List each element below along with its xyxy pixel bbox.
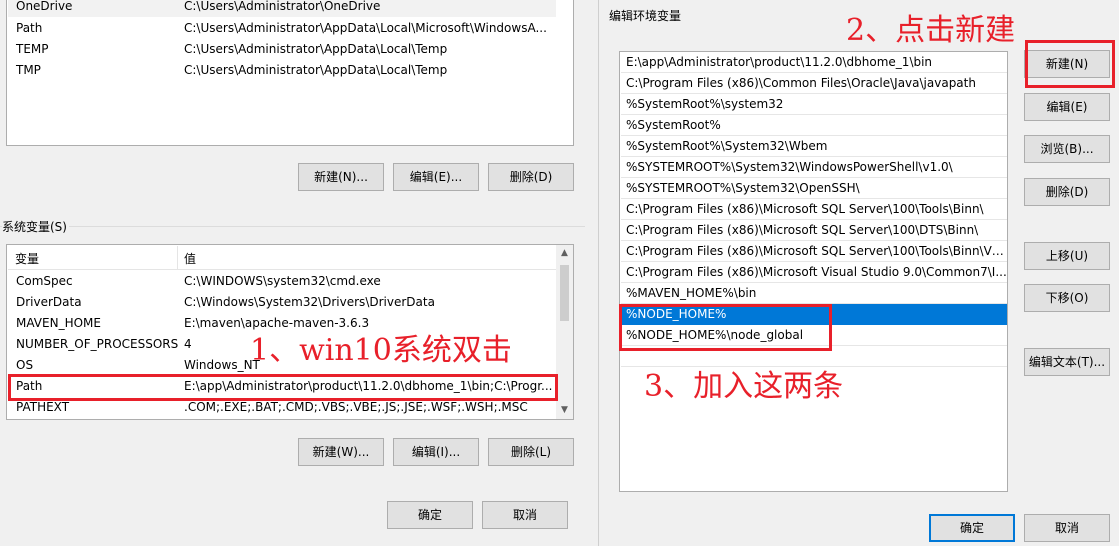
browse-button[interactable]: 浏览(B)... [1024, 135, 1110, 163]
list-item[interactable]: %SystemRoot%\system32 [621, 94, 1007, 115]
list-item[interactable]: C:\Program Files (x86)\Microsoft Visual … [621, 262, 1007, 283]
annotation-step2: 2、点击新建 [846, 13, 1016, 48]
edit-environment-variable-dialog: 编辑环境变量 E:\app\Administrator\product\11.2… [598, 0, 1119, 546]
scroll-up-icon[interactable]: ▲ [556, 245, 573, 262]
edit-text-button[interactable]: 编辑文本(T)... [1024, 348, 1110, 376]
header-value[interactable]: 值 [184, 250, 196, 267]
system-new-button[interactable]: 新建(W)... [298, 438, 384, 466]
cancel-button[interactable]: 取消 [482, 501, 568, 529]
variable-value: C:\WINDOWS\system32\cmd.exe [184, 274, 381, 288]
list-item[interactable]: %SystemRoot%\System32\Wbem [621, 136, 1007, 157]
variable-name: DriverData [16, 295, 82, 309]
list-item[interactable]: C:\Program Files (x86)\Common Files\Orac… [621, 73, 1007, 94]
variable-value: C:\Users\Administrator\AppData\Local\Tem… [184, 42, 448, 56]
list-item[interactable]: %MAVEN_HOME%\bin [621, 283, 1007, 304]
highlight-path-row [8, 374, 558, 401]
variable-value: 4 [184, 337, 192, 351]
variable-name: TEMP [16, 42, 49, 56]
variable-name: OS [16, 358, 34, 372]
ok-button[interactable]: 确定 [387, 501, 473, 529]
user-edit-button[interactable]: 编辑(E)... [393, 163, 479, 191]
list-item[interactable]: OneDrive C:\Users\Administrator\OneDrive [8, 0, 556, 17]
move-up-button[interactable]: 上移(U) [1024, 242, 1110, 270]
environment-variables-dialog: OneDrive C:\Users\Administrator\OneDrive… [0, 0, 598, 546]
edit-button[interactable]: 编辑(E) [1024, 93, 1110, 121]
scrollbar-thumb[interactable] [560, 265, 569, 321]
highlight-new-entries [619, 304, 832, 351]
list-item[interactable]: E:\app\Administrator\product\11.2.0\dbho… [621, 52, 1007, 73]
delete-button[interactable]: 删除(D) [1024, 178, 1110, 206]
system-edit-button[interactable]: 编辑(I)... [393, 438, 479, 466]
user-delete-button[interactable]: 删除(D) [488, 163, 574, 191]
list-item[interactable]: %SYSTEMROOT%\System32\WindowsPowerShell\… [621, 157, 1007, 178]
list-item[interactable]: %SYSTEMROOT%\System32\OpenSSH\ [621, 178, 1007, 199]
variable-name: ComSpec [16, 274, 73, 288]
dialog-title: 编辑环境变量 [609, 9, 682, 23]
vertical-scrollbar[interactable]: ▲ ▼ [556, 245, 573, 419]
list-item[interactable]: %SystemRoot% [621, 115, 1007, 136]
variable-value: E:\maven\apache-maven-3.6.3 [184, 316, 370, 330]
system-delete-button[interactable]: 删除(L) [488, 438, 574, 466]
path-entries-list[interactable]: E:\app\Administrator\product\11.2.0\dbho… [619, 51, 1008, 492]
variable-value: Windows_NT [184, 358, 260, 372]
variable-name: MAVEN_HOME [16, 316, 101, 330]
variable-value: C:\Windows\System32\Drivers\DriverData [184, 295, 435, 309]
annotation-step3: 3、加入这两条 [644, 369, 844, 404]
ok-button[interactable]: 确定 [929, 514, 1015, 542]
variable-value: C:\Users\Administrator\AppData\Local\Mic… [184, 21, 547, 35]
header-separator[interactable] [177, 246, 178, 270]
list-item[interactable]: C:\Program Files (x86)\Microsoft SQL Ser… [621, 220, 1007, 241]
variable-name: OneDrive [16, 0, 73, 13]
variable-name: Path [16, 21, 43, 35]
move-down-button[interactable]: 下移(O) [1024, 284, 1110, 312]
variable-value: C:\Users\Administrator\AppData\Local\Tem… [184, 63, 448, 77]
highlight-new-button [1025, 40, 1115, 88]
list-item[interactable]: C:\Program Files (x86)\Microsoft SQL Ser… [621, 199, 1007, 220]
variable-value: C:\Users\Administrator\OneDrive [184, 0, 381, 13]
list-header: 变量 值 [8, 246, 556, 270]
cancel-button[interactable]: 取消 [1024, 514, 1110, 542]
annotation-step1: 1、win10系统双击 [250, 333, 512, 368]
scroll-down-icon[interactable]: ▼ [556, 402, 573, 419]
variable-name: NUMBER_OF_PROCESSORS [16, 337, 179, 351]
list-item[interactable]: C:\Program Files (x86)\Microsoft SQL Ser… [621, 241, 1007, 262]
user-new-button[interactable]: 新建(N)... [298, 163, 384, 191]
system-variables-label: 系统变量(S) [2, 218, 69, 235]
variable-name: TMP [16, 63, 41, 77]
header-variable[interactable]: 变量 [15, 250, 39, 267]
user-variables-list[interactable]: OneDrive C:\Users\Administrator\OneDrive… [6, 0, 574, 146]
